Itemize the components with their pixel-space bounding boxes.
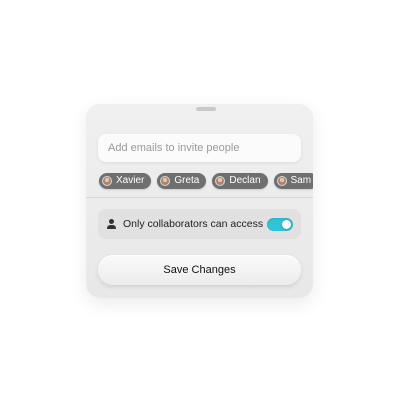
drag-handle[interactable]: [196, 107, 216, 111]
collaborator-chip[interactable]: Declan: [212, 173, 268, 189]
collaborator-name: Xavier: [116, 175, 145, 186]
avatar: [215, 176, 226, 186]
access-label: Only collaborators can access: [123, 218, 264, 230]
collaborator-chip[interactable]: Xavier: [99, 173, 152, 189]
collaborator-name: Greta: [174, 175, 200, 186]
collaborator-name: Sam: [290, 175, 312, 186]
collaborator-name: Declan: [229, 175, 261, 186]
person-icon: [107, 219, 116, 229]
divider: [86, 197, 313, 198]
collaborator-chip-list: Xavier Greta Declan Sam: [99, 173, 313, 189]
collaborator-chip[interactable]: Greta: [157, 173, 207, 189]
avatar: [102, 176, 112, 186]
collaborator-chip[interactable]: Sam: [273, 173, 313, 189]
avatar: [276, 176, 287, 186]
invite-email-input[interactable]: [98, 134, 301, 162]
collaborators-only-toggle[interactable]: [267, 217, 293, 231]
access-setting-row: Only collaborators can access: [98, 209, 301, 239]
save-changes-button[interactable]: Save Changes: [98, 255, 301, 285]
stage: Xavier Greta Declan Sam: [0, 0, 400, 400]
toggle-knob: [282, 219, 291, 229]
avatar: [160, 176, 171, 186]
share-settings-card: Xavier Greta Declan Sam: [86, 103, 313, 298]
